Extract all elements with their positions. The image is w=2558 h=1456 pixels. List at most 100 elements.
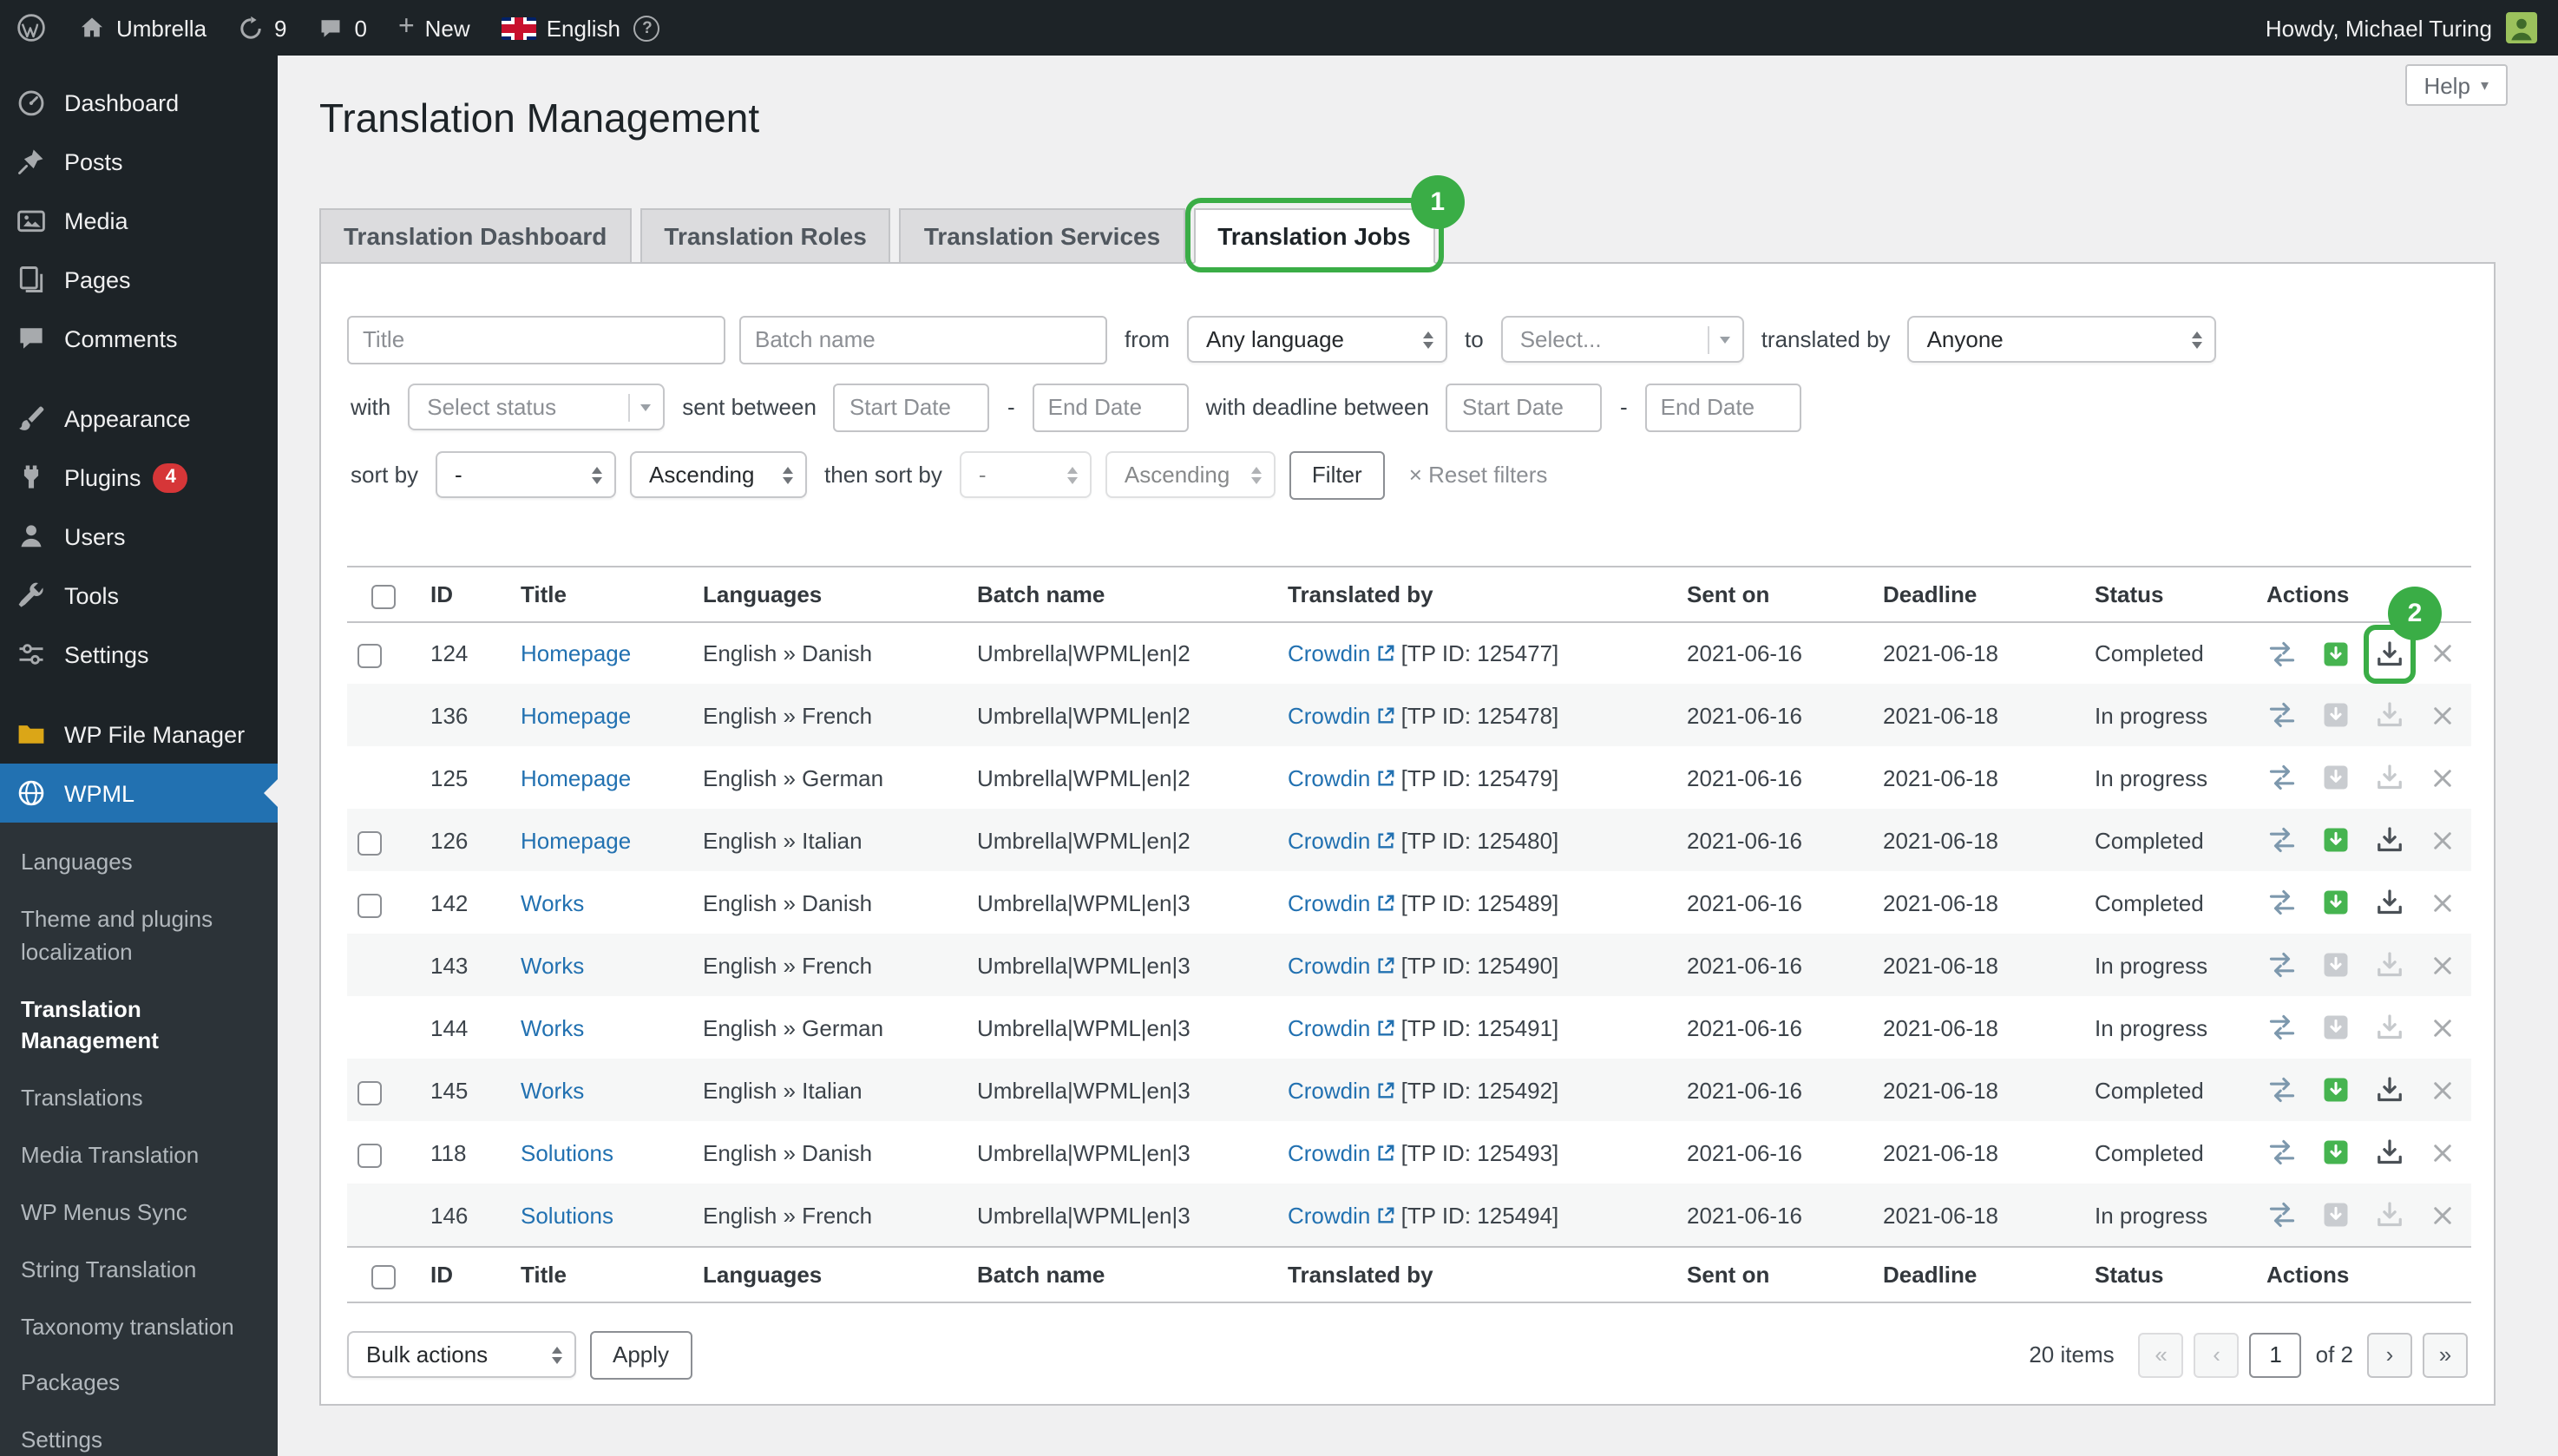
translator-link[interactable]: Crowdin: [1288, 703, 1394, 729]
cancel-job-icon[interactable]: [2428, 888, 2457, 919]
job-title-link[interactable]: Works: [521, 890, 584, 916]
comments-menu[interactable]: 0: [303, 0, 383, 56]
translator-link[interactable]: Crowdin: [1288, 1015, 1394, 1041]
row-checkbox[interactable]: [357, 830, 382, 855]
sort-secondary-direction-select[interactable]: Ascending: [1105, 452, 1276, 499]
download-icon[interactable]: [2374, 825, 2405, 856]
cancel-job-icon[interactable]: [2428, 1199, 2457, 1230]
cancel-job-icon[interactable]: [2428, 825, 2457, 856]
language-menu[interactable]: English ?: [486, 0, 676, 56]
job-title-link[interactable]: Homepage: [521, 640, 631, 666]
translator-link[interactable]: Crowdin: [1288, 890, 1394, 916]
translator-link[interactable]: Crowdin: [1288, 1078, 1394, 1104]
sort-primary-direction-select[interactable]: Ascending: [630, 452, 807, 499]
sidebar-item-pages[interactable]: Pages: [0, 250, 278, 309]
next-page-button[interactable]: ›: [2367, 1333, 2412, 1378]
cancel-job-icon[interactable]: [2428, 700, 2457, 731]
reassign-translation-icon[interactable]: [2266, 638, 2298, 669]
sidebar-subitem-translation-management[interactable]: Translation Management: [0, 981, 278, 1071]
tab-translation-roles[interactable]: Translation Roles: [640, 208, 890, 264]
download-icon[interactable]: [2374, 950, 2405, 981]
help-button[interactable]: Help ▾: [2404, 64, 2508, 106]
reassign-translation-icon[interactable]: [2266, 700, 2298, 731]
download-icon[interactable]: [2374, 888, 2405, 919]
current-page-input[interactable]: [2250, 1333, 2302, 1378]
sidebar-item-plugins[interactable]: Plugins 4: [0, 448, 278, 507]
tab-translation-dashboard[interactable]: Translation Dashboard: [319, 208, 631, 264]
sidebar-item-appearance[interactable]: Appearance: [0, 389, 278, 448]
sidebar-item-dashboard[interactable]: Dashboard: [0, 73, 278, 132]
download-icon[interactable]: [2374, 763, 2405, 794]
status-select[interactable]: Select status: [408, 384, 665, 431]
translator-link[interactable]: Crowdin: [1288, 640, 1394, 666]
job-title-link[interactable]: Homepage: [521, 765, 631, 791]
sidebar-subitem-taxonomy-translation[interactable]: Taxonomy translation: [0, 1299, 278, 1356]
download-icon[interactable]: [2374, 1138, 2405, 1169]
batch-name-filter-input[interactable]: [739, 316, 1107, 364]
reassign-translation-icon[interactable]: [2266, 1199, 2298, 1230]
select-all-checkbox[interactable]: [371, 584, 396, 608]
job-title-link[interactable]: Works: [521, 953, 584, 979]
cancel-job-icon[interactable]: [2428, 638, 2457, 669]
download-icon[interactable]: [2374, 1199, 2405, 1230]
first-page-button[interactable]: «: [2139, 1333, 2184, 1378]
translated-by-select[interactable]: Anyone: [1908, 317, 2217, 364]
sidebar-subitem-languages[interactable]: Languages: [0, 835, 278, 892]
translator-link[interactable]: Crowdin: [1288, 953, 1394, 979]
reassign-translation-icon[interactable]: [2266, 888, 2298, 919]
translator-link[interactable]: Crowdin: [1288, 1202, 1394, 1228]
sent-end-date-input[interactable]: [1033, 384, 1189, 432]
sidebar-item-wpml[interactable]: WPML: [0, 764, 278, 823]
xliff-file-icon[interactable]: [2320, 700, 2351, 731]
sidebar-item-posts[interactable]: Posts: [0, 132, 278, 191]
title-filter-input[interactable]: [347, 316, 725, 364]
xliff-file-icon[interactable]: [2320, 763, 2351, 794]
site-menu[interactable]: Umbrella: [62, 0, 222, 56]
cancel-job-icon[interactable]: [2428, 950, 2457, 981]
new-menu[interactable]: + New: [383, 0, 486, 56]
download-icon[interactable]: 2: [2374, 638, 2405, 669]
to-language-select[interactable]: Select...: [1501, 317, 1744, 364]
last-page-button[interactable]: »: [2423, 1333, 2468, 1378]
reset-filters-link[interactable]: × Reset filters: [1409, 462, 1548, 489]
translator-link[interactable]: Crowdin: [1288, 765, 1394, 791]
xliff-file-icon[interactable]: [2320, 888, 2351, 919]
from-language-select[interactable]: Any language: [1187, 317, 1447, 364]
filter-button[interactable]: Filter: [1289, 451, 1385, 500]
row-checkbox[interactable]: [357, 1080, 382, 1105]
reassign-translation-icon[interactable]: [2266, 825, 2298, 856]
sidebar-subitem-string-translation[interactable]: String Translation: [0, 1243, 278, 1300]
sidebar-item-tools[interactable]: Tools: [0, 566, 278, 625]
translator-link[interactable]: Crowdin: [1288, 828, 1394, 854]
sent-start-date-input[interactable]: [834, 384, 990, 432]
tab-translation-jobs[interactable]: Translation Jobs: [1193, 208, 1435, 264]
xliff-file-icon[interactable]: [2320, 1138, 2351, 1169]
reassign-translation-icon[interactable]: [2266, 1075, 2298, 1106]
tab-translation-services[interactable]: Translation Services: [900, 208, 1184, 264]
xliff-file-icon[interactable]: [2320, 950, 2351, 981]
row-checkbox[interactable]: [357, 893, 382, 917]
job-title-link[interactable]: Works: [521, 1015, 584, 1041]
xliff-file-icon[interactable]: [2320, 825, 2351, 856]
row-checkbox[interactable]: [357, 644, 382, 668]
deadline-end-date-input[interactable]: [1645, 384, 1801, 432]
translator-link[interactable]: Crowdin: [1288, 1140, 1394, 1166]
job-title-link[interactable]: Homepage: [521, 703, 631, 729]
sidebar-item-comments[interactable]: Comments: [0, 309, 278, 368]
cancel-job-icon[interactable]: [2428, 1138, 2457, 1169]
sidebar-item-settings[interactable]: Settings: [0, 625, 278, 684]
download-icon[interactable]: [2374, 1013, 2405, 1044]
sidebar-subitem-media-translation[interactable]: Media Translation: [0, 1128, 278, 1185]
row-checkbox[interactable]: [357, 1143, 382, 1167]
job-title-link[interactable]: Solutions: [521, 1140, 613, 1166]
xliff-file-icon[interactable]: [2320, 638, 2351, 669]
job-title-link[interactable]: Solutions: [521, 1202, 613, 1228]
download-icon[interactable]: [2374, 700, 2405, 731]
job-title-link[interactable]: Works: [521, 1078, 584, 1104]
xliff-file-icon[interactable]: [2320, 1199, 2351, 1230]
sidebar-item-users[interactable]: Users: [0, 507, 278, 566]
xliff-file-icon[interactable]: [2320, 1013, 2351, 1044]
avatar[interactable]: [2506, 12, 2537, 43]
sidebar-item-wp-file-manager[interactable]: WP File Manager: [0, 705, 278, 764]
sidebar-subitem-packages[interactable]: Packages: [0, 1356, 278, 1413]
